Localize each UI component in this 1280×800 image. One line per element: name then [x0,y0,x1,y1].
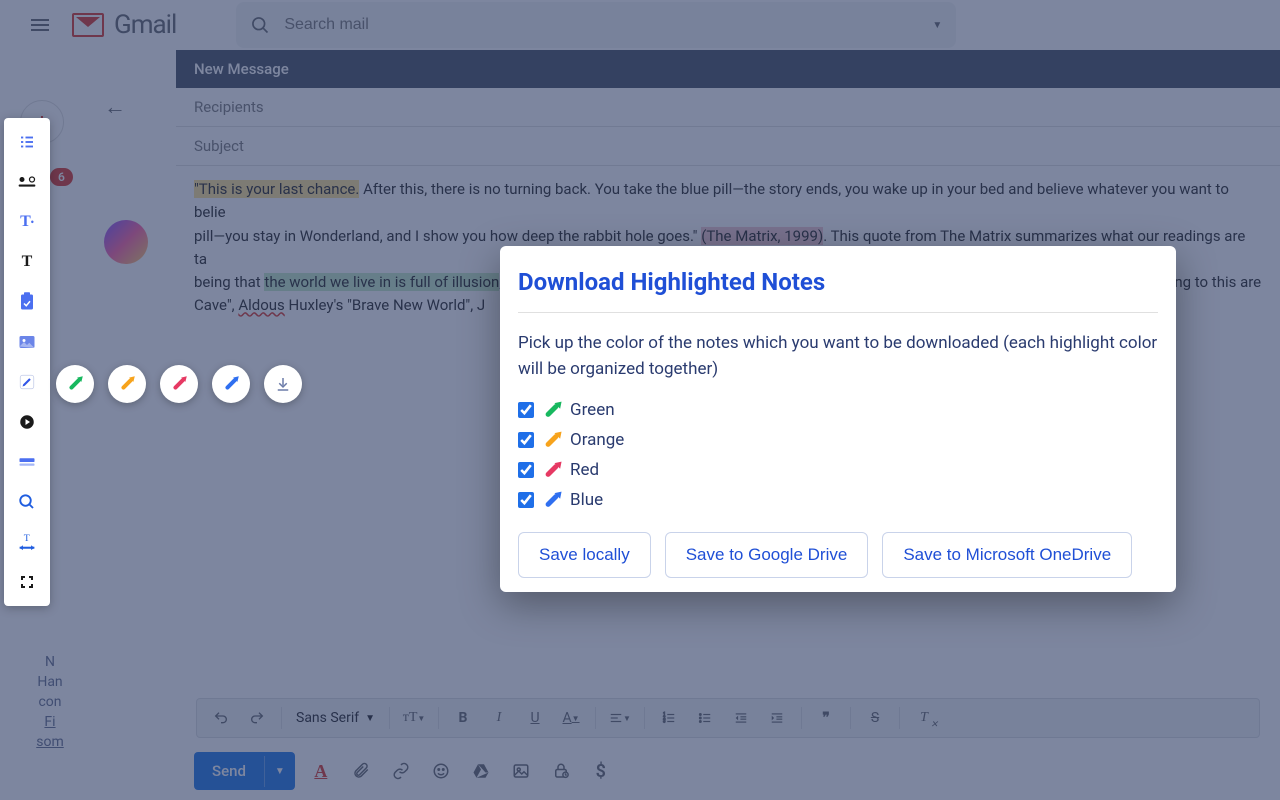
color-label: Orange [570,430,624,450]
color-label: Blue [570,490,603,510]
save-locally-button[interactable]: Save locally [518,532,651,578]
pencil-icon [121,378,134,391]
tool-translate-icon[interactable]: T• [13,208,41,236]
tool-image-icon[interactable] [13,328,41,356]
modal-title: Download Highlighted Notes [518,268,1158,313]
tool-toggle-icon[interactable] [13,168,41,196]
color-row-orange: Orange [518,430,1158,450]
color-checkbox-red[interactable] [518,462,534,478]
color-label: Red [570,460,599,480]
color-list: Green Orange Red Blue [518,400,1158,510]
svg-text:T: T [24,533,30,544]
pencil-icon [545,403,560,418]
tool-bar-icon[interactable] [13,448,41,476]
tool-fullscreen-icon[interactable] [13,568,41,596]
save-onedrive-button[interactable]: Save to Microsoft OneDrive [882,532,1132,578]
highlighter-color-button[interactable] [212,365,250,403]
pencil-icon [545,493,560,508]
tool-clipboard-icon[interactable] [13,288,41,316]
save-gdrive-button[interactable]: Save to Google Drive [665,532,869,578]
pencil-icon [173,378,186,391]
download-notes-modal: Download Highlighted Notes Pick up the c… [500,246,1176,592]
modal-description: Pick up the color of the notes which you… [518,331,1158,382]
tool-search-icon[interactable] [13,488,41,516]
color-row-blue: Blue [518,490,1158,510]
tool-text-icon[interactable]: T [13,248,41,276]
color-checkbox-blue[interactable] [518,492,534,508]
highlighter-flyout [56,365,302,403]
highlighter-color-button[interactable] [56,365,94,403]
pencil-icon [225,378,238,391]
tool-play-icon[interactable] [13,408,41,436]
pencil-icon [545,433,560,448]
tool-highlight-icon[interactable] [13,368,41,396]
color-row-red: Red [518,460,1158,480]
color-checkbox-orange[interactable] [518,432,534,448]
extension-toolbox: T• T T [4,118,50,606]
download-icon [274,375,292,393]
tool-width-icon[interactable]: T [13,528,41,556]
color-row-green: Green [518,400,1158,420]
color-checkbox-green[interactable] [518,402,534,418]
color-label: Green [570,400,615,420]
highlighter-color-button[interactable] [108,365,146,403]
download-highlights-button[interactable] [264,365,302,403]
tool-outline-icon[interactable] [13,128,41,156]
highlighter-color-button[interactable] [160,365,198,403]
modal-actions: Save locally Save to Google Drive Save t… [518,532,1158,578]
pencil-icon [69,378,82,391]
pencil-icon [545,463,560,478]
